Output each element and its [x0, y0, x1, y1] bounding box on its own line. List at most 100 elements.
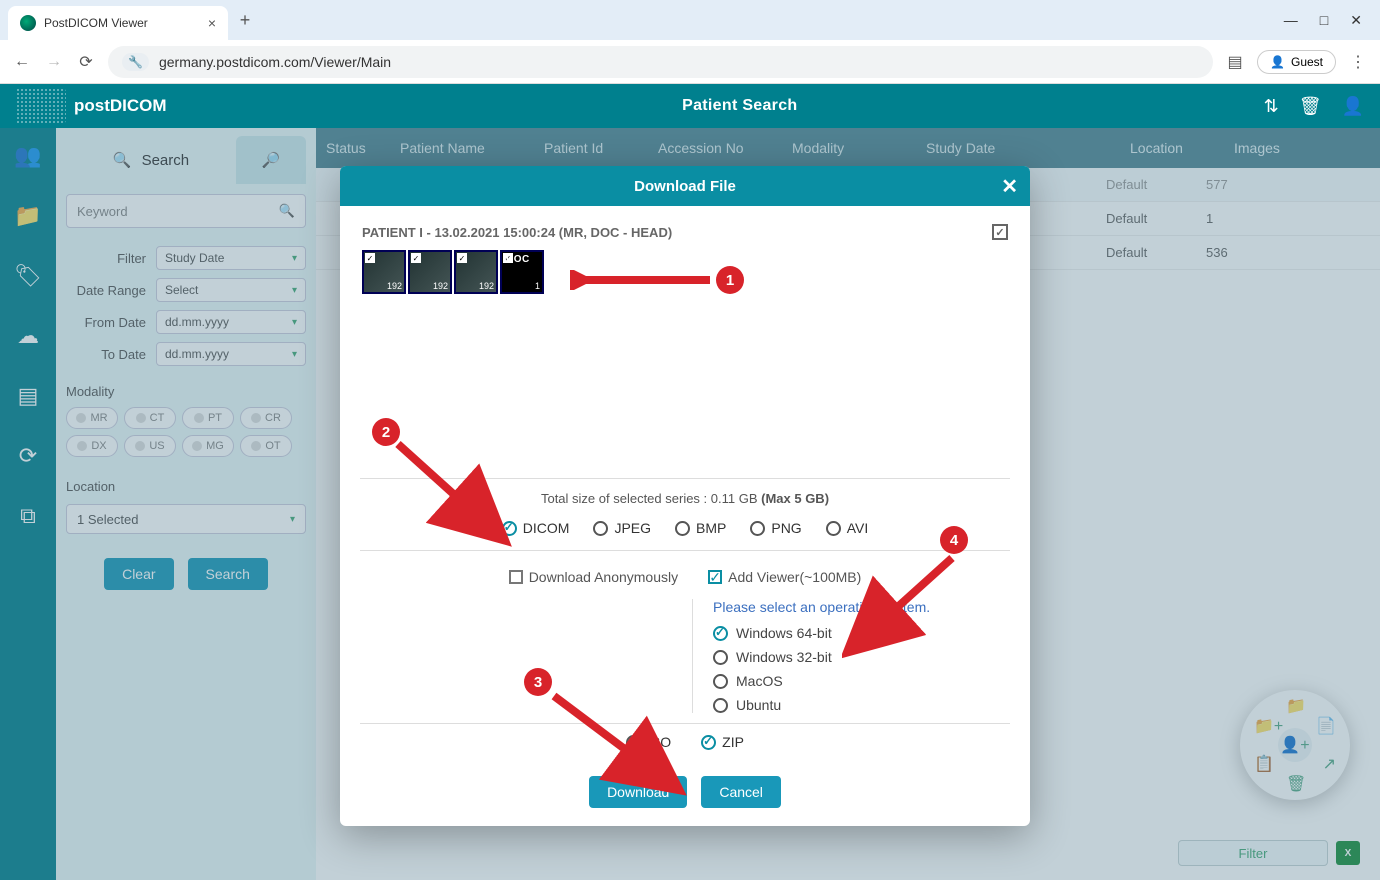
col-patient-name[interactable]: Patient Name [400, 140, 540, 156]
annotation-arrow [570, 270, 710, 290]
back-icon[interactable]: ← [12, 53, 32, 71]
window-controls: — □ ✕ [1284, 12, 1380, 29]
kebab-menu-icon[interactable]: ⋮ [1348, 52, 1368, 72]
minimize-icon[interactable]: — [1284, 12, 1298, 29]
rail-sync-icon[interactable]: ⟳ [10, 438, 46, 474]
select-all-checkbox[interactable]: ✓ [992, 224, 1008, 240]
col-patient-id[interactable]: Patient Id [544, 140, 654, 156]
reload-icon[interactable]: ⟳ [76, 52, 96, 72]
maximize-icon[interactable]: □ [1320, 12, 1328, 29]
clear-button[interactable]: Clear [104, 558, 173, 590]
chevron-down-icon: ▾ [292, 285, 297, 296]
format-radio-bmp[interactable]: BMP [675, 520, 726, 536]
location-label: Location [66, 479, 306, 494]
format-radio-png[interactable]: PNG [750, 520, 801, 536]
keyword-input[interactable]: Keyword 🔍 [66, 194, 306, 228]
site-chip-icon: 🔧 [122, 53, 149, 71]
series-thumbnail[interactable]: ✓192 [454, 250, 498, 294]
modality-pill[interactable]: OT [240, 435, 292, 457]
anonymous-checkbox[interactable]: Download Anonymously [509, 569, 678, 585]
profile-label: Guest [1291, 55, 1323, 69]
annotation-badge-2: 2 [372, 418, 400, 446]
archive-radio-zip[interactable]: ZIP [701, 734, 744, 750]
series-thumbnail[interactable]: ✓192 [362, 250, 406, 294]
keyword-placeholder: Keyword [77, 204, 128, 219]
todate-input[interactable]: dd.mm.yyyy▾ [156, 342, 306, 366]
tab-title: PostDICOM Viewer [44, 16, 200, 30]
table-header: Status Patient Name Patient Id Accession… [316, 128, 1380, 168]
add-folder-icon[interactable]: 📁+ [1254, 716, 1283, 736]
series-thumbnail-doc[interactable]: ✓DOC1 [500, 250, 544, 294]
tab-search-label: Search [142, 152, 190, 169]
modality-pill[interactable]: MG [182, 435, 234, 457]
trash-icon[interactable]: 🗑 [1286, 774, 1306, 794]
modality-pill[interactable]: PT [182, 407, 234, 429]
document-icon[interactable]: 📄 [1316, 716, 1336, 736]
close-tab-icon[interactable]: × [208, 15, 216, 31]
col-location[interactable]: Location [1130, 140, 1230, 156]
sort-icon[interactable]: ⇅ [1264, 96, 1279, 117]
bottom-filter-bar: Filter X [1178, 840, 1360, 866]
new-tab-button[interactable]: + [228, 3, 262, 37]
action-wheel[interactable]: 👤+ 📁 📁+ 📄 📋 ↗ 🗑 [1240, 690, 1350, 800]
modality-pill[interactable]: US [124, 435, 176, 457]
tab-advanced-search[interactable]: 🔎 [236, 136, 306, 184]
trash-icon[interactable]: 🗑 [1299, 96, 1322, 117]
col-status[interactable]: Status [326, 140, 396, 156]
user-icon[interactable]: 👤 [1342, 96, 1364, 117]
rail-patients-icon[interactable]: 👥 [10, 138, 46, 174]
panel-icon[interactable]: ▤ [1225, 52, 1245, 72]
rail-tags-icon[interactable]: 🏷 [10, 258, 46, 294]
add-viewer-checkbox[interactable]: ✓Add Viewer(~100MB) [708, 569, 861, 585]
report-icon[interactable]: 📋 [1254, 754, 1274, 774]
search-button[interactable]: Search [188, 558, 268, 590]
rail-screens-icon[interactable]: ⧉ [10, 498, 46, 534]
col-accession[interactable]: Accession No [658, 140, 788, 156]
format-radio-jpeg[interactable]: JPEG [593, 520, 651, 536]
annotation-arrow [842, 552, 962, 662]
modality-pill[interactable]: DX [66, 435, 118, 457]
export-excel-icon[interactable]: X [1336, 841, 1360, 865]
filter-label: Filter [66, 251, 156, 266]
modality-pill[interactable]: CT [124, 407, 176, 429]
profile-button[interactable]: 👤 Guest [1257, 50, 1336, 74]
favicon [20, 15, 36, 31]
address-bar[interactable]: 🔧 germany.postdicom.com/Viewer/Main [108, 46, 1213, 78]
col-modality[interactable]: Modality [792, 140, 922, 156]
location-select[interactable]: 1 Selected▾ [66, 504, 306, 534]
close-icon[interactable]: ✕ [1001, 174, 1018, 199]
os-radio-macos[interactable]: MacOS [713, 673, 1008, 689]
close-window-icon[interactable]: ✕ [1350, 12, 1362, 29]
share-icon[interactable]: ↗ [1323, 754, 1336, 774]
filter-button[interactable]: Filter [1178, 840, 1328, 866]
app-header: postDICOM Patient Search ⇅ 🗑 👤 [0, 84, 1380, 128]
forward-icon[interactable]: → [44, 53, 64, 71]
modality-pill[interactable]: CR [240, 407, 292, 429]
search-panel: 🔍 Search 🔎 Keyword 🔍 Filter Study Date▾ … [56, 128, 316, 880]
series-thumbnail[interactable]: ✓192 [408, 250, 452, 294]
study-label: PATIENT I - 13.02.2021 15:00:24 (MR, DOC… [362, 225, 672, 240]
annotation-arrow [392, 438, 512, 548]
col-images[interactable]: Images [1234, 140, 1304, 156]
page-title: Patient Search [216, 97, 1264, 115]
logo[interactable]: postDICOM [16, 88, 216, 124]
rail-worklist-icon[interactable]: ▤ [10, 378, 46, 414]
cancel-button[interactable]: Cancel [701, 776, 781, 808]
folder-icon[interactable]: 📁 [1286, 696, 1306, 716]
browser-tab[interactable]: PostDICOM Viewer × [8, 6, 228, 40]
annotation-badge-1: 1 [716, 266, 744, 294]
col-study-date[interactable]: Study Date [926, 140, 1126, 156]
daterange-label: Date Range [66, 283, 156, 298]
left-rail: 👥 📁 🏷 ☁ ▤ ⟳ ⧉ [0, 128, 56, 880]
fromdate-input[interactable]: dd.mm.yyyy▾ [156, 310, 306, 334]
daterange-select[interactable]: Select▾ [156, 278, 306, 302]
tab-search[interactable]: 🔍 Search [66, 136, 236, 184]
format-radio-avi[interactable]: AVI [826, 520, 869, 536]
filter-select[interactable]: Study Date▾ [156, 246, 306, 270]
modality-pill[interactable]: MR [66, 407, 118, 429]
modal-header: Download File ✕ [340, 166, 1030, 206]
search-icon: 🔍 [113, 151, 132, 169]
os-radio-ubuntu[interactable]: Ubuntu [713, 697, 1008, 713]
rail-upload-icon[interactable]: ☁ [10, 318, 46, 354]
rail-folder-icon[interactable]: 📁 [10, 198, 46, 234]
